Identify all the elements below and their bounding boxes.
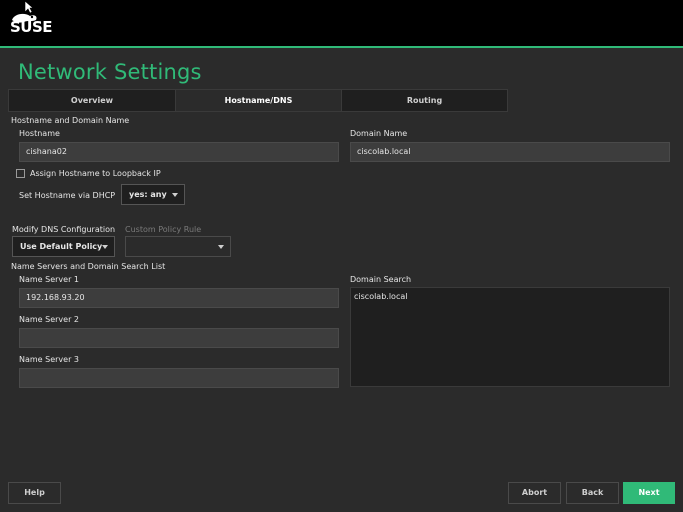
name-server-1-input[interactable]: 192.168.93.20 [19,288,339,308]
custom-policy-label: Custom Policy Rule [125,225,202,234]
loopback-label[interactable]: Assign Hostname to Loopback IP [30,169,161,178]
chevron-down-icon [218,245,224,249]
hostname-input[interactable]: cishana02 [19,142,339,162]
name-server-1-label: Name Server 1 [19,275,80,284]
hostname-section-heading: Hostname and Domain Name [11,116,130,125]
header-accent-line [0,46,683,48]
name-server-2-input[interactable] [19,328,339,348]
header-bar: SUSE [0,0,683,46]
chevron-down-icon [172,193,178,197]
tab-overview[interactable]: Overview [8,89,176,112]
dhcp-hostname-label: Set Hostname via DHCP [19,191,116,200]
installer-window: SUSE Network Settings Overview Hostname/… [0,0,683,512]
domain-name-label: Domain Name [350,129,408,138]
name-server-2-label: Name Server 2 [19,315,80,324]
domain-name-input[interactable]: ciscolab.local [350,142,670,162]
hostname-label: Hostname [19,129,60,138]
chevron-down-icon [102,245,108,249]
mouse-pointer-icon [24,0,34,14]
dhcp-hostname-select[interactable]: yes: any [121,184,185,205]
modify-dns-label: Modify DNS Configuration [12,225,116,234]
name-server-3-input[interactable] [19,368,339,388]
back-button[interactable]: Back [566,482,619,504]
modify-dns-value: Use Default Policy [20,242,103,251]
tab-hostname-dns[interactable]: Hostname/DNS [175,89,342,112]
help-button[interactable]: Help [8,482,61,504]
loopback-checkbox[interactable] [16,169,25,178]
tab-routing[interactable]: Routing [341,89,508,112]
next-button[interactable]: Next [623,482,675,504]
custom-policy-select[interactable] [125,236,231,257]
domain-search-textarea[interactable]: ciscolab.local [350,287,670,387]
dhcp-hostname-value: yes: any [129,190,167,199]
modify-dns-select[interactable]: Use Default Policy [12,236,115,257]
suse-logo-text: SUSE [10,18,53,36]
name-server-3-label: Name Server 3 [19,355,80,364]
page-title: Network Settings [18,60,202,84]
domain-search-label: Domain Search [350,275,412,284]
abort-button[interactable]: Abort [508,482,561,504]
nameservers-section-heading: Name Servers and Domain Search List [11,262,166,271]
